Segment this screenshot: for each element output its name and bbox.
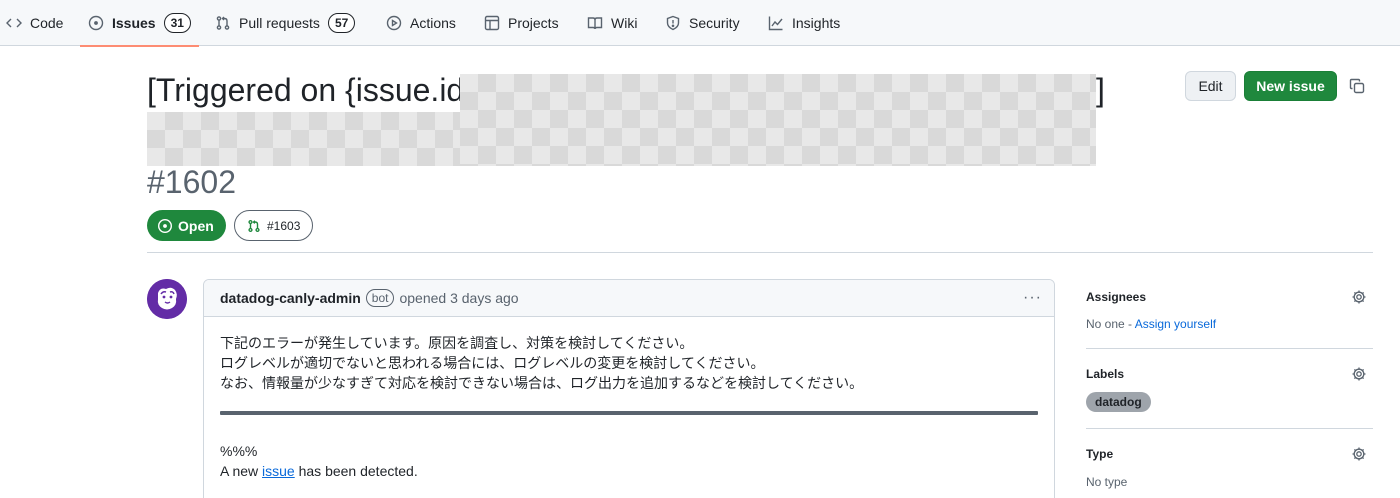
- shield-icon: [666, 15, 680, 31]
- issue-title-end: ]: [1096, 72, 1105, 108]
- type-value: No type: [1086, 475, 1128, 489]
- new-issue-button[interactable]: New issue: [1244, 71, 1337, 101]
- assignees-heading: Assignees: [1086, 290, 1147, 304]
- body-divider: [220, 411, 1038, 415]
- body-line: ログレベルが適切でないと思われる場合には、ログレベルの変更を検討してください。: [220, 355, 765, 371]
- tab-projects-label: Projects: [508, 15, 559, 31]
- pull-requests-count-badge: 57: [327, 13, 356, 33]
- tab-projects[interactable]: Projects: [484, 0, 559, 46]
- table-icon: [484, 15, 500, 31]
- label-chip[interactable]: datadog: [1086, 392, 1151, 412]
- assignees-value: No one - Assign yourself: [1086, 317, 1216, 331]
- issue-opened-icon: [88, 15, 104, 31]
- detected-suffix: has been detected.: [294, 463, 418, 479]
- tab-insights-label: Insights: [792, 15, 841, 31]
- type-heading: Type: [1086, 447, 1114, 461]
- assignees-none: No one -: [1086, 317, 1135, 331]
- detected-line: A new issue has been detected.: [220, 461, 1038, 481]
- tab-actions-label: Actions: [410, 15, 456, 31]
- percent-marker: %%%: [220, 443, 258, 459]
- tab-wiki[interactable]: Wiki: [587, 0, 637, 46]
- issue-state-badge: Open: [147, 210, 226, 241]
- comment-header: datadog-canly-admin bot opened 3 days ag…: [204, 280, 1054, 317]
- comment-meta[interactable]: opened 3 days ago: [399, 290, 518, 306]
- tab-pull-requests-label: Pull requests: [239, 15, 320, 31]
- avatar[interactable]: [147, 279, 187, 319]
- repo-nav: Code Issues 31 Pull requests 57 Actions …: [0, 0, 1400, 47]
- body-line: なお、情報量が少なすぎて対応を検討できない場合は、ログ出力を追加するなどを検討し…: [220, 375, 864, 391]
- comment-body: 下記のエラーが発生しています。原因を調査し、対策を検討してください。 ログレベル…: [204, 317, 1054, 497]
- detected-prefix: A new: [220, 463, 263, 479]
- tab-pull-requests[interactable]: Pull requests 57: [215, 0, 356, 46]
- tab-code[interactable]: Code: [6, 0, 63, 46]
- issues-count-badge: 31: [163, 13, 191, 33]
- tab-insights[interactable]: Insights: [768, 0, 840, 46]
- datadog-logo-icon: [147, 279, 187, 319]
- tab-wiki-label: Wiki: [611, 15, 638, 31]
- gear-icon[interactable]: [1351, 289, 1367, 305]
- assign-yourself-link[interactable]: Assign yourself: [1135, 317, 1216, 331]
- issue-title-text: [Triggered on {issue.id:: [147, 72, 474, 108]
- title-redaction-mask-line2: [147, 112, 460, 166]
- body-line: 下記のエラーが発生しています。原因を調査し、対策を検討してください。: [220, 335, 694, 351]
- linked-pr-number: #1603: [267, 218, 301, 233]
- tab-security[interactable]: Security: [665, 0, 740, 46]
- git-pull-request-icon: [248, 219, 260, 232]
- gear-icon[interactable]: [1351, 366, 1367, 382]
- bot-badge: bot: [365, 289, 395, 307]
- issue-opened-icon: [157, 218, 173, 233]
- header-divider: [147, 252, 1373, 253]
- issue-sidebar: Assignees No one - Assign yourself Label…: [1086, 279, 1373, 498]
- linked-pr-chip[interactable]: #1603: [234, 210, 314, 241]
- book-icon: [587, 17, 603, 30]
- issue-comment: datadog-canly-admin bot opened 3 days ag…: [203, 279, 1055, 498]
- code-icon: [6, 18, 22, 28]
- tab-issues[interactable]: Issues 31: [80, 0, 199, 47]
- assignees-section: Assignees No one - Assign yourself: [1086, 279, 1373, 349]
- labels-section: Labels datadog: [1086, 349, 1373, 429]
- git-pull-request-icon: [216, 16, 230, 30]
- issue-number: #1602: [147, 164, 236, 200]
- play-icon: [386, 15, 402, 31]
- labels-heading: Labels: [1086, 367, 1125, 381]
- issue-state-label: Open: [178, 217, 214, 234]
- gear-icon[interactable]: [1351, 446, 1367, 462]
- comment-author[interactable]: datadog-canly-admin: [220, 290, 361, 306]
- type-section: Type No type: [1086, 429, 1373, 498]
- tab-issues-label: Issues: [112, 15, 156, 31]
- tab-security-label: Security: [689, 15, 740, 31]
- comment-menu-button[interactable]: ···: [1023, 289, 1042, 307]
- tab-code-label: Code: [30, 15, 64, 31]
- edit-button[interactable]: Edit: [1185, 71, 1236, 101]
- graph-icon: [768, 16, 783, 31]
- tab-actions[interactable]: Actions: [386, 0, 456, 46]
- issue-link[interactable]: issue: [262, 463, 295, 479]
- copy-icon[interactable]: [1349, 78, 1365, 94]
- title-redaction-mask: [460, 74, 1096, 166]
